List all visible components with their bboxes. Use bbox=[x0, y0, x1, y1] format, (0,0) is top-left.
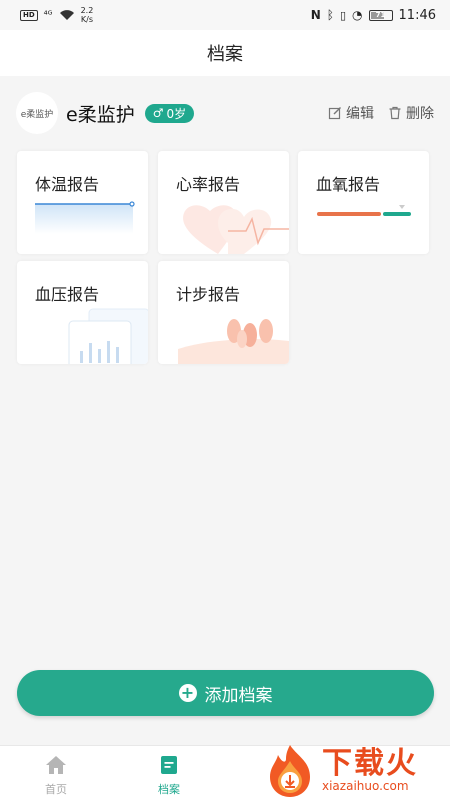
male-icon: ♂ bbox=[152, 106, 164, 120]
watermark: 下载火 xiazaihuo.com bbox=[262, 740, 450, 800]
report-card-blood-pressure[interactable]: 血压报告 bbox=[17, 261, 148, 364]
delete-button[interactable]: 删除 bbox=[388, 103, 434, 123]
speedometer-icon: ◔ bbox=[352, 8, 363, 22]
archive-icon bbox=[161, 756, 177, 774]
device-name: e柔监护 bbox=[66, 103, 135, 126]
bar-chart-icon bbox=[68, 308, 148, 364]
device-row: e柔监护 e柔监护 ♂ 0岁 编辑 删除 bbox=[0, 90, 450, 136]
edit-button[interactable]: 编辑 bbox=[328, 103, 374, 123]
trash-icon bbox=[389, 106, 401, 120]
add-archive-button[interactable]: + 添加档案 bbox=[17, 670, 434, 716]
report-card-steps[interactable]: 计步报告 bbox=[158, 261, 289, 364]
flame-logo-icon bbox=[270, 745, 310, 797]
tab-archive[interactable]: 档案 bbox=[139, 754, 199, 797]
temperature-chart-icon bbox=[35, 201, 135, 234]
age-text: 0岁 bbox=[166, 106, 187, 121]
avatar[interactable]: e柔监护 bbox=[16, 92, 58, 134]
report-label: 体温报告 bbox=[35, 175, 100, 194]
wifi-icon bbox=[59, 10, 74, 20]
tab-label: 档案 bbox=[158, 783, 180, 796]
page-header: 档案 bbox=[0, 30, 450, 76]
hd-indicator: HD bbox=[20, 9, 38, 21]
report-card-temperature[interactable]: 体温报告 bbox=[17, 151, 148, 254]
edit-icon bbox=[328, 107, 341, 120]
tab-home[interactable]: 首页 bbox=[26, 754, 86, 797]
nfc-icon: N bbox=[310, 8, 321, 22]
age-badge: ♂ 0岁 bbox=[144, 103, 195, 123]
add-archive-label: 添加档案 bbox=[204, 685, 273, 706]
heart-icon bbox=[183, 205, 289, 254]
report-label: 血压报告 bbox=[35, 285, 100, 304]
status-bar: HD ⁴ᴳ 2.2 K/s N ᛒ ▯ ◔ 71 11:46 bbox=[0, 0, 450, 30]
report-label: 血氧报告 bbox=[316, 175, 381, 194]
home-icon bbox=[46, 756, 66, 774]
report-label: 心率报告 bbox=[176, 175, 241, 194]
vibrate-icon: ▯ bbox=[339, 8, 347, 22]
bluetooth-icon: ᛒ bbox=[326, 8, 334, 22]
tab-label: 首页 bbox=[45, 783, 67, 796]
oxygen-gauge-icon bbox=[317, 205, 411, 216]
clock: 11:46 bbox=[398, 7, 436, 23]
report-card-blood-oxygen[interactable]: 血氧报告 bbox=[298, 151, 429, 254]
watermark-main: 下载火 bbox=[322, 746, 418, 781]
report-card-heart-rate[interactable]: 心率报告 bbox=[158, 151, 289, 254]
plus-icon: + bbox=[178, 684, 197, 702]
report-label: 计步报告 bbox=[176, 285, 241, 304]
trees-icon bbox=[178, 319, 289, 364]
signal-icon: ⁴ᴳ bbox=[43, 9, 53, 21]
page-title: 档案 bbox=[207, 44, 243, 65]
delete-label: 删除 bbox=[406, 106, 434, 122]
network-speed: 2.2 K/s bbox=[80, 6, 94, 24]
battery-icon: 71 bbox=[368, 9, 393, 21]
edit-label: 编辑 bbox=[346, 106, 374, 122]
watermark-sub: xiazaihuo.com bbox=[322, 779, 409, 793]
